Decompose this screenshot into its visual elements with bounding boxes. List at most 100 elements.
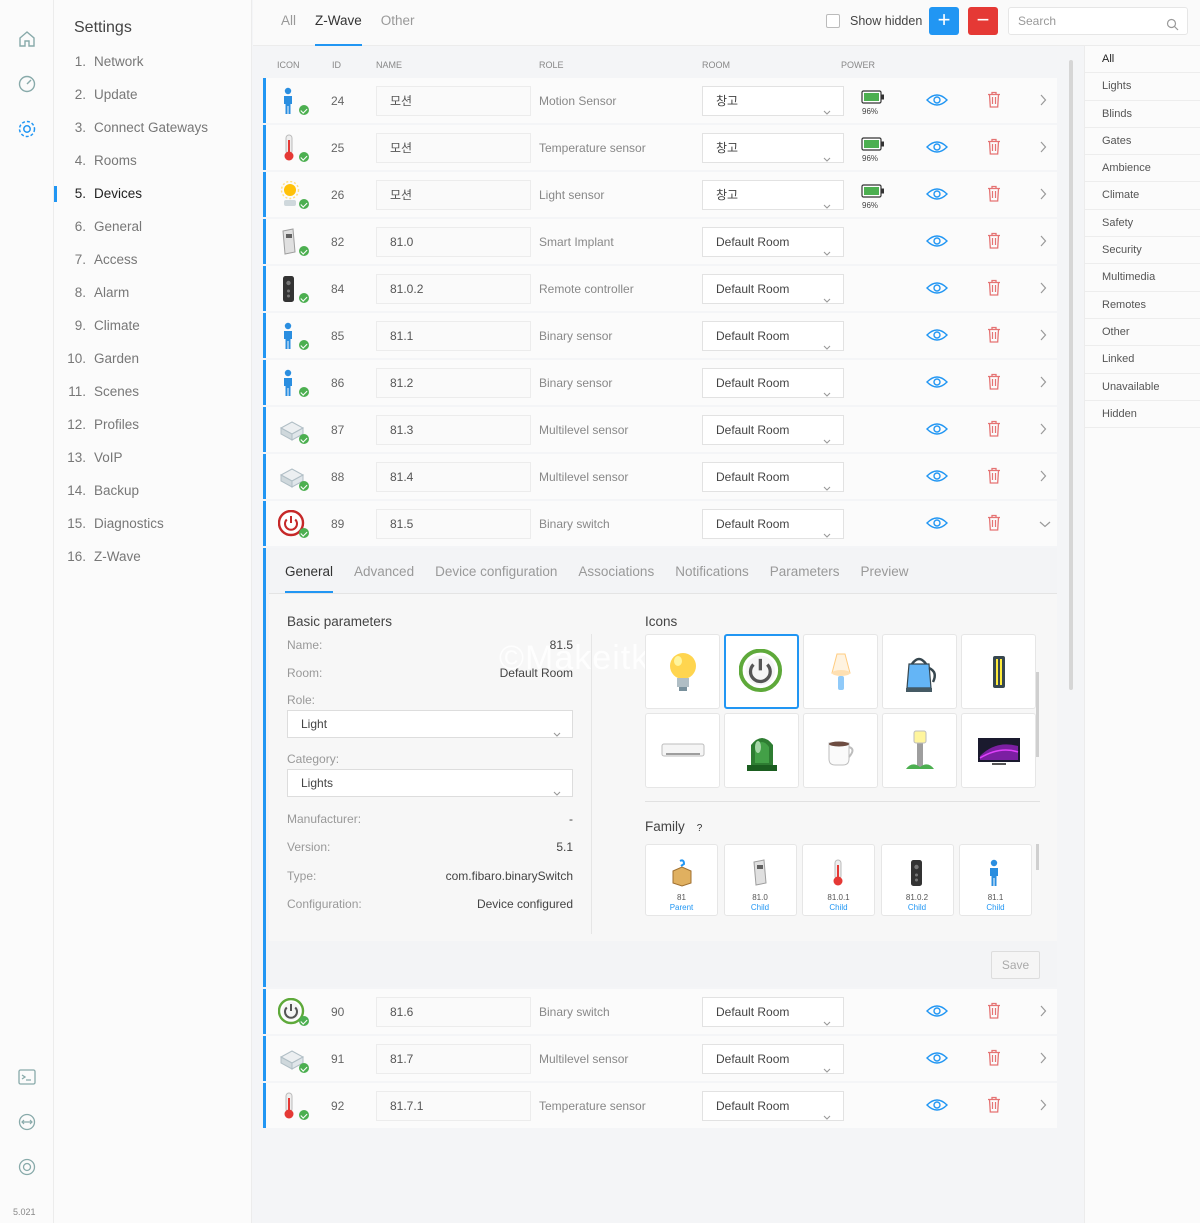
- lamp-icon-option[interactable]: [803, 634, 878, 709]
- chevron-right-icon[interactable]: [1039, 376, 1047, 391]
- tab-other[interactable]: Other: [381, 0, 415, 46]
- eye-icon[interactable]: [926, 422, 948, 439]
- add-device-button[interactable]: +: [929, 7, 959, 35]
- sidebar-item-voip[interactable]: 13. VoIP: [54, 441, 251, 474]
- tab-notifications[interactable]: Notifications: [675, 548, 749, 593]
- category-other[interactable]: Other: [1085, 319, 1200, 347]
- family-help-icon[interactable]: ?: [697, 823, 703, 834]
- sidebar-item-backup[interactable]: 14. Backup: [54, 474, 251, 507]
- sidebar-item-rooms[interactable]: 4. Rooms: [54, 144, 251, 177]
- chevron-down-icon[interactable]: [1039, 517, 1051, 531]
- category-gates[interactable]: Gates: [1085, 128, 1200, 156]
- eye-icon[interactable]: [926, 1098, 948, 1115]
- device-name-input[interactable]: 81.2: [376, 368, 531, 398]
- room-select[interactable]: 창고: [702, 86, 844, 116]
- bulb-icon-option[interactable]: [645, 634, 720, 709]
- tube-light-icon-option[interactable]: [961, 634, 1036, 709]
- chevron-right-icon[interactable]: [1039, 94, 1047, 109]
- eye-icon[interactable]: [926, 93, 948, 110]
- chevron-right-icon[interactable]: [1039, 329, 1047, 344]
- table-row[interactable]: 84 81.0.2 Remote controller Default Room: [263, 266, 1057, 311]
- category-select[interactable]: Lights: [287, 769, 573, 797]
- help-lifebuoy-icon[interactable]: [14, 1154, 40, 1180]
- table-row[interactable]: 87 81.3 Multilevel sensor Default Room: [263, 407, 1057, 452]
- room-select[interactable]: Default Room: [702, 1091, 844, 1121]
- table-row[interactable]: 26 모션 Light sensor 창고 96%: [263, 172, 1057, 217]
- show-hidden-checkbox[interactable]: [826, 14, 840, 28]
- trash-icon[interactable]: [987, 279, 1001, 299]
- power-green-icon-option[interactable]: [724, 634, 799, 709]
- family-item[interactable]: 81.0 Child: [723, 844, 797, 916]
- category-multimedia[interactable]: Multimedia: [1085, 264, 1200, 292]
- trash-icon[interactable]: [987, 1002, 1001, 1022]
- trash-icon[interactable]: [987, 1049, 1001, 1069]
- table-row[interactable]: 89 81.5 Binary switch Default Room: [263, 501, 1057, 546]
- tab-z-wave[interactable]: Z-Wave: [315, 0, 362, 46]
- room-select[interactable]: Default Room: [702, 415, 844, 445]
- tab-associations[interactable]: Associations: [578, 548, 654, 593]
- sidebar-item-access[interactable]: 7. Access: [54, 243, 251, 276]
- terminal-icon[interactable]: [14, 1064, 40, 1090]
- table-row[interactable]: 85 81.1 Binary sensor Default Room: [263, 313, 1057, 358]
- room-select[interactable]: 창고: [702, 180, 844, 210]
- coffee-icon-option[interactable]: [803, 713, 878, 788]
- category-hidden[interactable]: Hidden: [1085, 401, 1200, 429]
- sidebar-item-general[interactable]: 6. General: [54, 210, 251, 243]
- table-row[interactable]: 90 81.6 Binary switch Default Room: [263, 989, 1057, 1034]
- dashboard-icon[interactable]: [14, 71, 40, 97]
- trash-icon[interactable]: [987, 467, 1001, 487]
- table-row[interactable]: 92 81.7.1 Temperature sensor Default Room: [263, 1083, 1057, 1128]
- category-ambience[interactable]: Ambience: [1085, 155, 1200, 183]
- eye-icon[interactable]: [926, 140, 948, 157]
- room-select[interactable]: Default Room: [702, 462, 844, 492]
- device-name-input[interactable]: 81.0: [376, 227, 531, 257]
- category-lights[interactable]: Lights: [1085, 73, 1200, 101]
- aircon-icon-option[interactable]: [645, 713, 720, 788]
- device-name-input[interactable]: 81.7.1: [376, 1091, 531, 1121]
- chevron-right-icon[interactable]: [1039, 235, 1047, 250]
- table-row[interactable]: 25 모션 Temperature sensor 창고 96%: [263, 125, 1057, 170]
- sidebar-item-profiles[interactable]: 12. Profiles: [54, 408, 251, 441]
- room-select[interactable]: Default Room: [702, 1044, 844, 1074]
- table-row[interactable]: 86 81.2 Binary sensor Default Room: [263, 360, 1057, 405]
- kettle-icon-option[interactable]: [882, 634, 957, 709]
- chevron-right-icon[interactable]: [1039, 282, 1047, 297]
- trash-icon[interactable]: [987, 185, 1001, 205]
- eye-icon[interactable]: [926, 469, 948, 486]
- device-name-input[interactable]: 모션: [376, 86, 531, 116]
- trash-icon[interactable]: [987, 373, 1001, 393]
- chevron-right-icon[interactable]: [1039, 423, 1047, 438]
- device-name-input[interactable]: 모션: [376, 133, 531, 163]
- sidebar-item-scenes[interactable]: 11. Scenes: [54, 375, 251, 408]
- eye-icon[interactable]: [926, 516, 948, 533]
- chevron-right-icon[interactable]: [1039, 1052, 1047, 1067]
- table-row[interactable]: 24 모션 Motion Sensor 창고 96%: [263, 78, 1057, 123]
- category-safety[interactable]: Safety: [1085, 210, 1200, 238]
- eye-icon[interactable]: [926, 1004, 948, 1021]
- sidebar-item-devices[interactable]: 5. Devices: [54, 177, 251, 210]
- room-select[interactable]: Default Room: [702, 509, 844, 539]
- room-select[interactable]: Default Room: [702, 997, 844, 1027]
- sidebar-item-z-wave[interactable]: 16. Z-Wave: [54, 540, 251, 573]
- category-climate[interactable]: Climate: [1085, 182, 1200, 210]
- sidebar-item-diagnostics[interactable]: 15. Diagnostics: [54, 507, 251, 540]
- sidebar-item-alarm[interactable]: 8. Alarm: [54, 276, 251, 309]
- device-name-input[interactable]: 81.6: [376, 997, 531, 1027]
- tv-icon-option[interactable]: [961, 713, 1036, 788]
- room-select[interactable]: Default Room: [702, 227, 844, 257]
- eye-icon[interactable]: [926, 234, 948, 251]
- network-icon[interactable]: [14, 1109, 40, 1135]
- garden-light-icon-option[interactable]: [882, 713, 957, 788]
- tab-parameters[interactable]: Parameters: [770, 548, 840, 593]
- device-name-input[interactable]: 81.7: [376, 1044, 531, 1074]
- chevron-right-icon[interactable]: [1039, 1099, 1047, 1114]
- trash-icon[interactable]: [987, 514, 1001, 534]
- sidebar-item-network[interactable]: 1. Network: [54, 45, 251, 78]
- role-select[interactable]: Light: [287, 710, 573, 738]
- chevron-right-icon[interactable]: [1039, 188, 1047, 203]
- search-input[interactable]: Search: [1008, 7, 1188, 35]
- family-item[interactable]: 81.1 Child: [959, 844, 1032, 916]
- eye-icon[interactable]: [926, 1051, 948, 1068]
- chevron-right-icon[interactable]: [1039, 141, 1047, 156]
- category-remotes[interactable]: Remotes: [1085, 292, 1200, 319]
